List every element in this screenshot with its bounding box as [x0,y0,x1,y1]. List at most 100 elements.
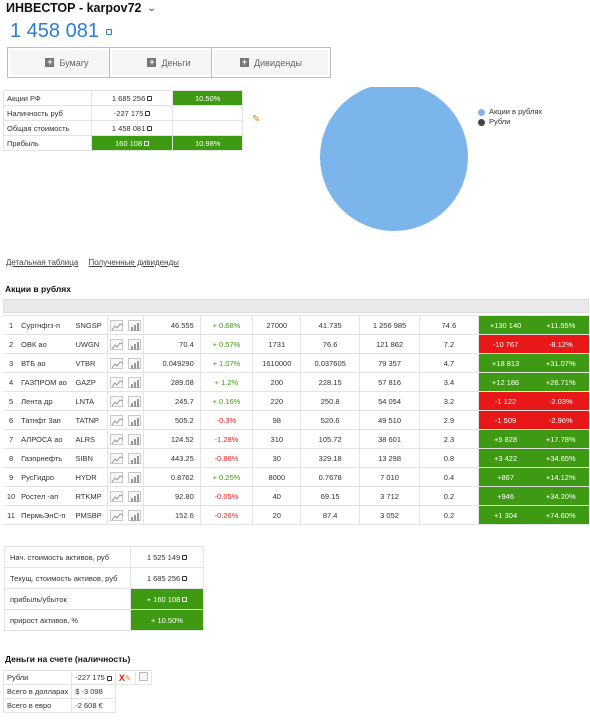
position-value: 1 256 985 [359,315,421,335]
row-number: 4 [3,372,20,392]
bar-chart-icon[interactable] [128,509,142,521]
current-price: 245.7 [143,391,201,411]
line-chart-icon[interactable] [110,376,124,388]
line-chart-icon[interactable] [110,490,124,502]
edit-pencil-icon[interactable]: ✎ [252,114,260,125]
stock-name[interactable]: Газпрнефть [19,448,74,468]
line-chart-icon[interactable] [110,433,124,445]
bar-chart-cell [125,315,145,335]
row-number: 6 [3,410,20,430]
quantity: 1610000 [252,353,302,373]
bar-chart-icon[interactable] [128,395,142,407]
stock-name[interactable]: АЛРОСА ао [19,429,74,449]
average-price: 69.15 [300,486,360,506]
profit-value: +867 [478,467,533,487]
profit-percent: +11.55% [532,315,589,335]
profit-value: +5 828 [478,429,533,449]
line-chart-icon[interactable] [110,357,124,369]
profit-value: -1 509 [478,410,533,430]
bar-chart-icon[interactable] [128,376,142,388]
table-row[interactable]: 6 Татнфт 3ап TATNP 505.2 -0.3% 98 520.6 49 510 2… [3,410,589,430]
table-row[interactable]: 9 РусГидро HYDR 0.8762 + 0.25% 8000 0.7678 7 01… [3,467,589,487]
stocks-section-title: Акции в рублях [5,284,71,294]
stock-ticker: GAZP [73,372,109,392]
dividends-link[interactable]: Полученные дивиденды [89,258,179,267]
copy-icon[interactable] [138,672,148,681]
line-chart-icon[interactable] [110,395,124,407]
stock-ticker: HYDR [73,467,109,487]
bar-chart-icon[interactable] [128,414,142,426]
table-row[interactable]: 5 Лента др LNTA 245.7 + 0.16% 220 250.8 54 054 3… [3,391,589,411]
current-price: 289.08 [143,372,201,392]
table-row[interactable]: 2 ОВК ао UWGN 70.4 + 0.57% 1731 76.6 121 862 7.2… [3,334,589,354]
average-price: 520.6 [300,410,360,430]
stock-name[interactable]: ГАЗПРОМ ао [19,372,74,392]
quantity: 8000 [252,467,302,487]
stock-name[interactable]: ВТБ ао [19,353,74,373]
portfolio-share: 0.4 [419,467,479,487]
portfolio-share: 4.7 [419,353,479,373]
position-value: 3 712 [359,486,421,506]
bar-chart-icon[interactable] [128,338,142,350]
current-price: 92.80 [143,486,201,506]
stock-name[interactable]: Ростел -ап [19,486,74,506]
row-number: 7 [3,429,20,449]
daily-change: + 1.2% [200,372,254,392]
report-links: Детальная таблица Полученные дивиденды [6,258,187,267]
stock-name[interactable]: РусГидро [19,467,74,487]
detail-table-link[interactable]: Детальная таблица [6,258,78,267]
current-price: 0.049290 [143,353,201,373]
line-chart-icon[interactable] [110,509,124,521]
pie-legend: Акции в рублях Рубли [478,107,542,127]
table-row[interactable]: 7 АЛРОСА ао ALRS 124.52 -1.28% 310 105.72 38 60… [3,429,589,449]
table-row[interactable]: 4 ГАЗПРОМ ао GAZP 289.08 + 1.2% 200 228.15 57 8… [3,372,589,392]
line-chart-icon[interactable] [110,414,124,426]
pie-slice-stocks[interactable] [320,87,468,231]
profit-value: -10 767 [478,334,533,354]
line-chart-cell [107,391,126,411]
portfolio-share: 0.8 [419,448,479,468]
plus-icon: + [147,57,157,67]
table-row[interactable]: 10 Ростел -ап RTKMP 92.80 -0.05% 40 69.15 3 712… [3,486,589,506]
cash-copy [134,670,152,685]
summary-percent [172,105,243,121]
legend-label: Рубли [489,117,511,126]
add-dividends-label: Дивиденды [254,57,302,68]
line-chart-icon[interactable] [110,338,124,350]
legend-dot-icon [478,108,485,116]
table-row[interactable]: 8 Газпрнефть SIBN 443.25 -0.86% 30 329.18 13 29… [3,448,589,468]
stock-name[interactable]: Татнфт 3ап [19,410,74,430]
cash-table: Рубли -227 175 X✎ Всего в долларах $ -3 … [2,670,152,713]
line-chart-icon[interactable] [110,452,124,464]
bar-chart-icon[interactable] [128,471,142,483]
bar-chart-icon[interactable] [128,319,142,331]
stock-name[interactable]: ПермьЭнС-п [19,505,74,525]
chevron-down-icon[interactable]: ⌄ [147,3,155,14]
bar-chart-cell [125,486,145,506]
table-row[interactable]: 1 Сургнфгз-п SNGSP 46.555 + 0.68% 27000 41.735… [3,315,589,335]
bar-chart-icon[interactable] [128,433,142,445]
line-chart-icon[interactable] [110,319,124,331]
table-row[interactable]: 11 ПермьЭнС-п PMSBP 152.6 -0.26% 20 87.4 3 052 0… [3,505,589,525]
stock-name[interactable]: Лента др [19,391,74,411]
portfolio-pie-chart [320,87,468,231]
stock-name[interactable]: ОВК ао [19,334,74,354]
legend-item-stocks[interactable]: Акции в рублях [478,107,542,117]
line-chart-cell [107,334,126,354]
app-title[interactable]: ИНВЕСТОР - karpov72 ⌄ [6,1,156,15]
edit-pencil-icon[interactable]: ✎ [125,674,132,683]
legend-item-rubles[interactable]: Рубли [478,117,542,127]
bar-chart-icon[interactable] [128,452,142,464]
stock-ticker: SIBN [73,448,109,468]
totals-value: 1 685 256 [130,567,204,589]
stock-name[interactable]: Сургнфгз-п [19,315,74,335]
table-row[interactable]: 3 ВТБ ао VTBR 0.049290 + 1.07% 1610000 0.03760… [3,353,589,373]
portfolio-share: 0.2 [419,486,479,506]
current-price: 443.25 [143,448,201,468]
row-number: 10 [3,486,20,506]
daily-change: + 0.25% [200,467,254,487]
line-chart-icon[interactable] [110,471,124,483]
bar-chart-icon[interactable] [128,357,142,369]
bar-chart-icon[interactable] [128,490,142,502]
add-dividends-button[interactable]: + Дивиденды [211,47,331,78]
